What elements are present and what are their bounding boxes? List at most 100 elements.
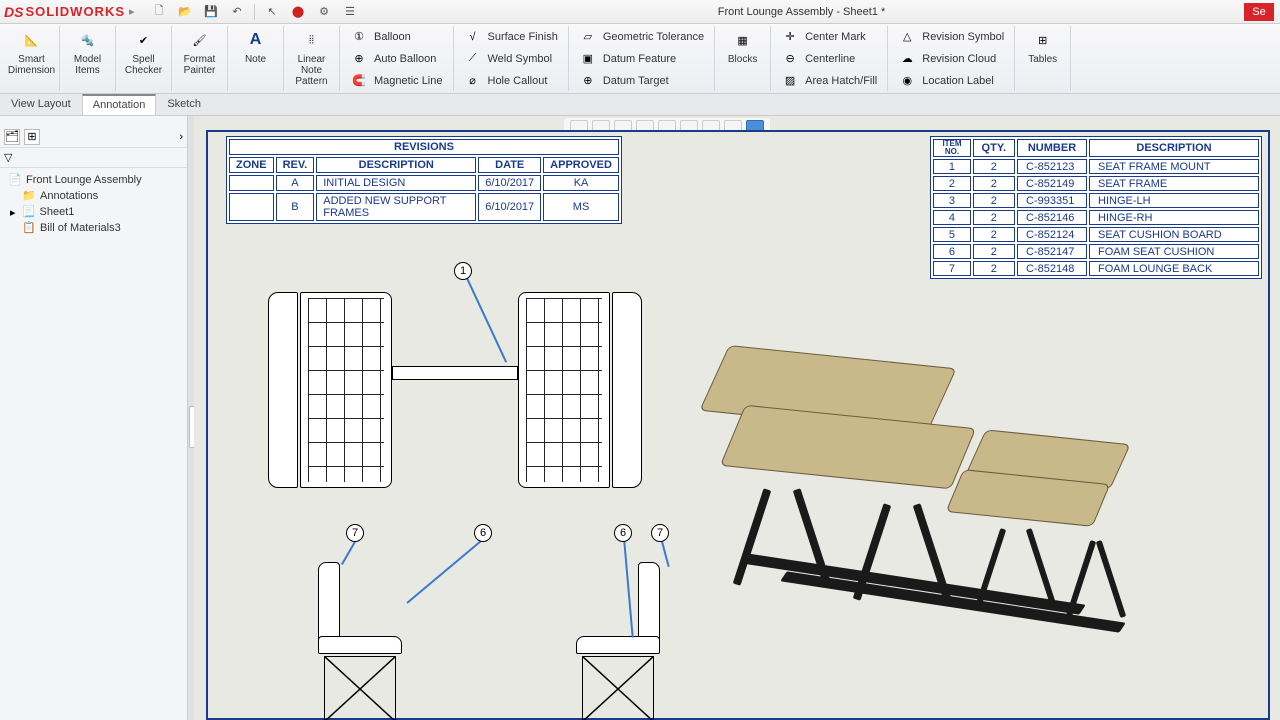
tree-root[interactable]: 📄Front Lounge Assembly — [2, 172, 185, 188]
balloon[interactable]: 7 — [651, 524, 669, 542]
datum-icon: ▣ — [579, 50, 597, 68]
note-icon: A — [244, 28, 268, 52]
drawing-front-view[interactable]: 7 6 6 7 — [268, 532, 668, 720]
revisions-title: REVISIONS — [229, 139, 619, 155]
geometric-tolerance-button[interactable]: ▱Geometric Tolerance — [577, 26, 706, 47]
center-mark-button[interactable]: ✛Center Mark — [779, 26, 879, 47]
drawing-isometric-view[interactable] — [698, 317, 1128, 637]
folder-icon: 📁 — [22, 189, 36, 203]
app-logo: DS SOLIDWORKS ▸ — [0, 0, 130, 24]
tree-bom[interactable]: 📋Bill of Materials3 — [2, 220, 185, 236]
assembly-icon: 📄 — [8, 173, 22, 187]
ribbon: 📐SmartDimension 🔩ModelItems ✔SpellChecke… — [0, 24, 1280, 94]
weld-icon: ⟋ — [464, 50, 482, 68]
auto-balloon-button[interactable]: ⊕Auto Balloon — [348, 48, 445, 69]
model-items-icon: 🔩 — [76, 28, 100, 52]
options-icon[interactable]: ⚙ — [315, 3, 333, 21]
tables-icon: ⊞ — [1031, 28, 1055, 52]
save-icon[interactable]: 💾 — [202, 3, 220, 21]
tree-annotations[interactable]: 📁Annotations — [2, 188, 185, 204]
tree-toolbar: 🗂 ⊞ › — [0, 126, 187, 148]
spell-checker-button[interactable]: ✔SpellChecker — [116, 26, 172, 91]
balloon[interactable]: 6 — [474, 524, 492, 542]
surface-finish-button[interactable]: √Surface Finish — [462, 26, 560, 47]
pattern-icon: ⦙⦙ — [300, 28, 324, 52]
bom-row[interactable]: 42C-852146HINGE-RH — [933, 210, 1259, 225]
tab-view-layout[interactable]: View Layout — [0, 94, 82, 115]
feature-tree-panel: 🗂 ⊞ › ▽ 📄Front Lounge Assembly 📁Annotati… — [0, 116, 188, 720]
bom-row[interactable]: 52C-852124SEAT CUSHION BOARD — [933, 227, 1259, 242]
expand-icon[interactable]: ▸ — [10, 206, 16, 219]
bom-row[interactable]: 62C-852147FOAM SEAT CUSHION — [933, 244, 1259, 259]
undo-icon[interactable]: ↶ — [228, 3, 246, 21]
filter-icon: ▽ — [4, 151, 12, 164]
window-title: Front Lounge Assembly - Sheet1 * — [359, 6, 1244, 18]
quick-access-toolbar: 🗋 📂 💾 ↶ ↖ ⬤ ⚙ ☰ — [150, 3, 359, 21]
hole-icon: ⌀ — [464, 72, 482, 90]
bom-row[interactable]: 72C-852148FOAM LOUNGE BACK — [933, 261, 1259, 276]
center-mark-icon: ✛ — [781, 28, 799, 46]
revision-cloud-button[interactable]: ☁Revision Cloud — [896, 48, 1006, 69]
linear-note-pattern-button[interactable]: ⦙⦙Linear NotePattern — [284, 26, 340, 91]
bom-row[interactable]: 12C-852123SEAT FRAME MOUNT — [933, 159, 1259, 174]
format-painter-button[interactable]: 🖌FormatPainter — [172, 26, 228, 91]
sheet-icon: 📃 — [22, 205, 36, 219]
bom-row[interactable]: 22C-852149SEAT FRAME — [933, 176, 1259, 191]
hatch-icon: ▨ — [781, 72, 799, 90]
datum-target-button[interactable]: ⊕Datum Target — [577, 70, 706, 91]
location-icon: ◉ — [898, 72, 916, 90]
tree-sheet1[interactable]: ▸📃Sheet1 — [2, 204, 185, 220]
blocks-button[interactable]: ▦Blocks — [715, 26, 771, 91]
revision-row[interactable]: BADDED NEW SUPPORT FRAMES6/10/2017MS — [229, 193, 619, 221]
balloon-icon: ① — [350, 28, 368, 46]
auto-balloon-icon: ⊕ — [350, 50, 368, 68]
tab-annotation[interactable]: Annotation — [82, 94, 157, 115]
tree-icon[interactable]: 🗂 — [4, 129, 20, 145]
tables-button[interactable]: ⊞Tables — [1015, 26, 1071, 91]
weld-symbol-button[interactable]: ⟋Weld Symbol — [462, 48, 560, 69]
balloon[interactable]: 6 — [614, 524, 632, 542]
tab-sketch[interactable]: Sketch — [156, 94, 212, 115]
display-pane-icon[interactable]: ⊞ — [24, 129, 40, 145]
revision-row[interactable]: AINITIAL DESIGN6/10/2017KA — [229, 175, 619, 191]
properties-icon[interactable]: ☰ — [341, 3, 359, 21]
select-icon[interactable]: ↖ — [263, 3, 281, 21]
target-icon: ⊕ — [579, 72, 597, 90]
new-icon[interactable]: 🗋 — [150, 3, 168, 21]
revisions-table[interactable]: REVISIONS ZONE REV. DESCRIPTION DATE APP… — [226, 136, 622, 224]
rev-symbol-icon: △ — [898, 28, 916, 46]
magnetic-line-button[interactable]: 🧲Magnetic Line — [348, 70, 445, 91]
bom-icon: 📋 — [22, 221, 36, 235]
balloon-button[interactable]: ①Balloon — [348, 26, 445, 47]
spell-icon: ✔ — [132, 28, 156, 52]
drawing-canvas[interactable]: REVISIONS ZONE REV. DESCRIPTION DATE APP… — [194, 116, 1280, 720]
tree-filter[interactable]: ▽ — [0, 148, 187, 168]
note-button[interactable]: ANote — [228, 26, 284, 91]
rev-cloud-icon: ☁ — [898, 50, 916, 68]
balloon[interactable]: 7 — [346, 524, 364, 542]
hole-callout-button[interactable]: ⌀Hole Callout — [462, 70, 560, 91]
drawing-top-view[interactable]: 1 — [268, 292, 668, 502]
search-button[interactable]: Se — [1244, 3, 1274, 21]
drawing-sheet[interactable]: REVISIONS ZONE REV. DESCRIPTION DATE APP… — [206, 130, 1270, 720]
centerline-icon: ⊖ — [781, 50, 799, 68]
revision-symbol-button[interactable]: △Revision Symbol — [896, 26, 1006, 47]
dimension-icon: 📐 — [20, 28, 44, 52]
chevron-right-icon[interactable]: ▸ — [129, 5, 135, 18]
location-label-button[interactable]: ◉Location Label — [896, 70, 1006, 91]
bom-row[interactable]: 32C-993351HINGE-LH — [933, 193, 1259, 208]
datum-feature-button[interactable]: ▣Datum Feature — [577, 48, 706, 69]
area-hatch-button[interactable]: ▨Area Hatch/Fill — [779, 70, 879, 91]
centerline-button[interactable]: ⊖Centerline — [779, 48, 879, 69]
geotol-icon: ▱ — [579, 28, 597, 46]
chevron-right-icon[interactable]: › — [179, 131, 183, 143]
smart-dimension-button[interactable]: 📐SmartDimension — [4, 26, 60, 91]
blocks-icon: ▦ — [731, 28, 755, 52]
rebuild-icon[interactable]: ⬤ — [289, 3, 307, 21]
bom-table[interactable]: ITEM NO. QTY. NUMBER DESCRIPTION 12C-852… — [930, 136, 1262, 279]
balloon[interactable]: 1 — [454, 262, 472, 280]
logo-solidworks: SOLIDWORKS — [25, 4, 125, 19]
open-icon[interactable]: 📂 — [176, 3, 194, 21]
magnet-icon: 🧲 — [350, 72, 368, 90]
model-items-button[interactable]: 🔩ModelItems — [60, 26, 116, 91]
